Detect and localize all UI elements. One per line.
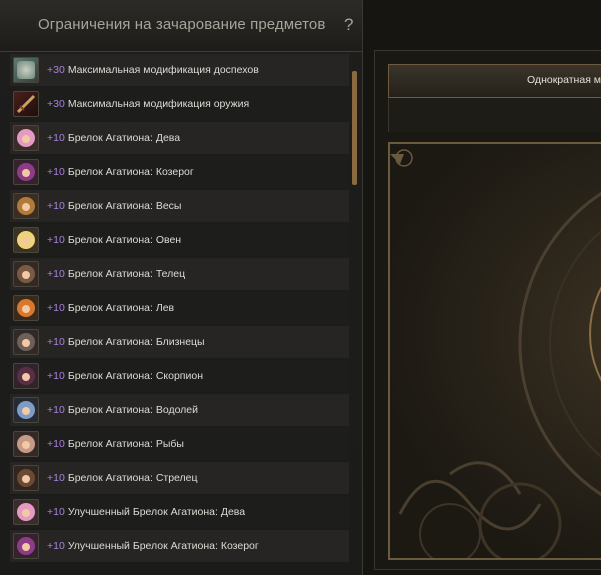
- enchant-art-frame: [388, 142, 601, 560]
- item-level: +10: [47, 132, 65, 144]
- list-item[interactable]: +10 Брелок Агатиона: Телец: [10, 258, 349, 290]
- item-level: +10: [47, 472, 65, 484]
- item-name: Брелок Агатиона: Скорпион: [67, 370, 203, 382]
- list-item[interactable]: +10 Брелок Агатиона: Водолей: [10, 394, 349, 426]
- item-name: Брелок Агатиона: Стрелец: [67, 472, 198, 484]
- agathion-leo-icon: [13, 295, 39, 321]
- help-icon[interactable]: ?: [344, 15, 353, 35]
- list-item[interactable]: +10 Брелок Агатиона: Скорпион: [10, 360, 349, 392]
- list-item[interactable]: +10 Брелок Агатиона: Козерог: [10, 156, 349, 188]
- tab-label: Однократная м: [527, 74, 601, 86]
- item-name: Брелок Агатиона: Весы: [67, 200, 182, 212]
- list-item[interactable]: +30 Максимальная модификация оружия: [10, 88, 349, 120]
- armor-icon: [13, 57, 39, 83]
- item-name: Улучшенный Брелок Агатиона: Козерог: [67, 540, 259, 552]
- panel-title: Ограничения на зачарование предметов: [38, 16, 326, 33]
- agathion-taurus-icon: [13, 261, 39, 287]
- list-item[interactable]: +10 Брелок Агатиона: Весы: [10, 190, 349, 222]
- list-item[interactable]: +10 Улучшенный Брелок Агатиона: Дева: [10, 496, 349, 528]
- panel-header: Ограничения на зачарование предметов ?: [0, 0, 362, 52]
- item-name: Брелок Агатиона: Лев: [67, 302, 175, 314]
- item-level: +10: [47, 234, 65, 246]
- weapon-icon: [13, 91, 39, 117]
- list-scrollbar[interactable]: [352, 71, 357, 185]
- enchant-limits-panel: Ограничения на зачарование предметов ? +…: [0, 0, 363, 575]
- tab-content-area: [388, 98, 601, 132]
- item-name: Брелок Агатиона: Рыбы: [67, 438, 184, 450]
- item-level: +10: [47, 540, 65, 552]
- improved-agathion-capricorn-icon: [13, 533, 39, 559]
- item-level: +10: [47, 438, 65, 450]
- item-name: Брелок Агатиона: Телец: [67, 268, 186, 280]
- enchant-preview-panel: Однократная м: [364, 0, 601, 575]
- agathion-pisces-icon: [13, 431, 39, 457]
- list-item[interactable]: +10 Брелок Агатиона: Дева: [10, 122, 349, 154]
- list-item[interactable]: +10 Брелок Агатиона: Овен: [10, 224, 349, 256]
- list-item[interactable]: +10 Брелок Агатиона: Стрелец: [10, 462, 349, 494]
- agathion-aries-icon: [13, 227, 39, 253]
- item-level: +10: [47, 200, 65, 212]
- item-name: Брелок Агатиона: Водолей: [67, 404, 199, 416]
- item-level: +10: [47, 268, 65, 280]
- agathion-capricorn-icon: [13, 159, 39, 185]
- list-item[interactable]: +10 Улучшенный Брелок Агатиона: Козерог: [10, 530, 349, 562]
- agathion-sagittarius-icon: [13, 465, 39, 491]
- item-level: +10: [47, 404, 65, 416]
- item-name: Брелок Агатиона: Овен: [67, 234, 182, 246]
- item-name: Улучшенный Брелок Агатиона: Дева: [67, 506, 246, 518]
- list-item[interactable]: +10 Брелок Агатиона: Близнецы: [10, 326, 349, 358]
- agathion-gemini-icon: [13, 329, 39, 355]
- enchant-limits-list: +30 Максимальная модификация доспехов +30…: [10, 52, 350, 575]
- item-name: Максимальная модификация оружия: [67, 98, 250, 110]
- tab-single-enchant[interactable]: Однократная м: [388, 64, 601, 98]
- agathion-virgo-icon: [13, 125, 39, 151]
- item-name: Максимальная модификация доспехов: [67, 64, 259, 76]
- list-item[interactable]: +10 Брелок Агатиона: Лев: [10, 292, 349, 324]
- item-level: +10: [47, 166, 65, 178]
- item-level: +10: [47, 302, 65, 314]
- improved-agathion-virgo-icon: [13, 499, 39, 525]
- item-level: +30: [47, 64, 65, 76]
- list-item[interactable]: +10 Брелок Агатиона: Рыбы: [10, 428, 349, 460]
- agathion-libra-icon: [13, 193, 39, 219]
- item-level: +10: [47, 336, 65, 348]
- item-level: +30: [47, 98, 65, 110]
- item-name: Брелок Агатиона: Близнецы: [67, 336, 205, 348]
- agathion-aquarius-icon: [13, 397, 39, 423]
- item-name: Брелок Агатиона: Козерог: [67, 166, 194, 178]
- item-level: +10: [47, 506, 65, 518]
- item-level: +10: [47, 370, 65, 382]
- item-name: Брелок Агатиона: Дева: [67, 132, 181, 144]
- list-item[interactable]: +30 Максимальная модификация доспехов: [10, 54, 349, 86]
- ornament-decoration: [390, 149, 601, 558]
- agathion-scorpio-icon: [13, 363, 39, 389]
